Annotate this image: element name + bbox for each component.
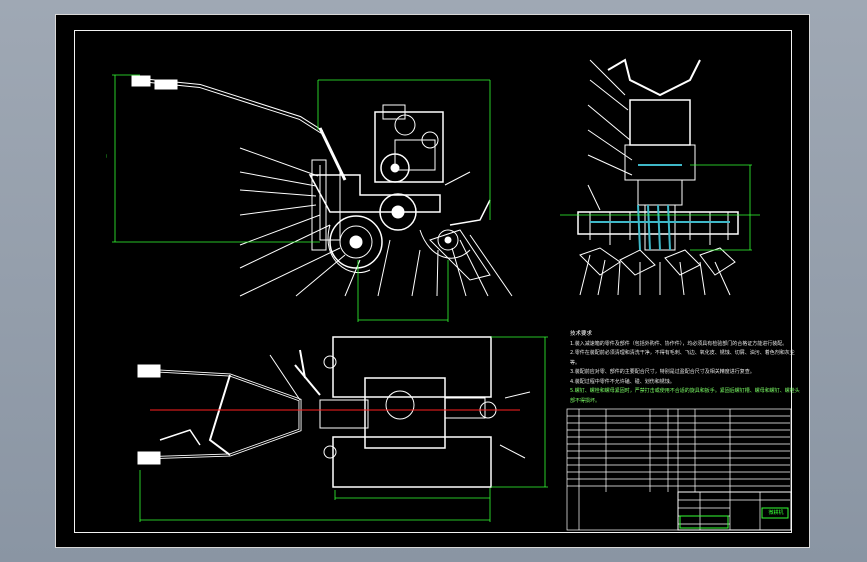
cad-drawing-icon: — xyxy=(104,58,792,531)
side-view xyxy=(131,75,513,297)
technical-requirement-5: 5.螺钉、螺栓和螺母紧固时，严禁打击或使用不合适的旋具和扳手。紧固后螺钉槽、螺母… xyxy=(570,388,800,404)
technical-requirement-4: 4.装配过程中零件不允许磕、碰、划伤和锈蚀。 xyxy=(570,378,675,385)
technical-requirement-2: 2.零件在装配前必须清理和清洗干净，不得有毛刺、飞边、氧化皮、锈蚀、切屑、油污、… xyxy=(570,350,795,366)
technical-requirement-3: 3.装配前应对零、部件的主要配合尺寸，特别是过盈配合尺寸及相关精度进行复查。 xyxy=(570,369,755,375)
front-view xyxy=(577,58,739,296)
top-view-dimensions xyxy=(139,336,548,522)
svg-text:—: — xyxy=(104,154,109,158)
title-block-drawing-name: 微耕机 xyxy=(768,510,784,516)
technical-requirements-title: 技术要求 xyxy=(570,331,593,337)
side-view-dimension-text: — xyxy=(104,154,109,158)
front-view-hatch xyxy=(590,164,730,251)
technical-requirements: 技术要求 1.装入减速箱的零件及部件（包括外购件、协作件），均必须具有检验部门的… xyxy=(570,330,800,406)
title-block-table-icon xyxy=(566,408,792,531)
technical-requirement-1: 1.装入减速箱的零件及部件（包括外购件、协作件），均必须具有检验部门的合格证方能… xyxy=(570,340,788,347)
top-view xyxy=(137,336,531,488)
